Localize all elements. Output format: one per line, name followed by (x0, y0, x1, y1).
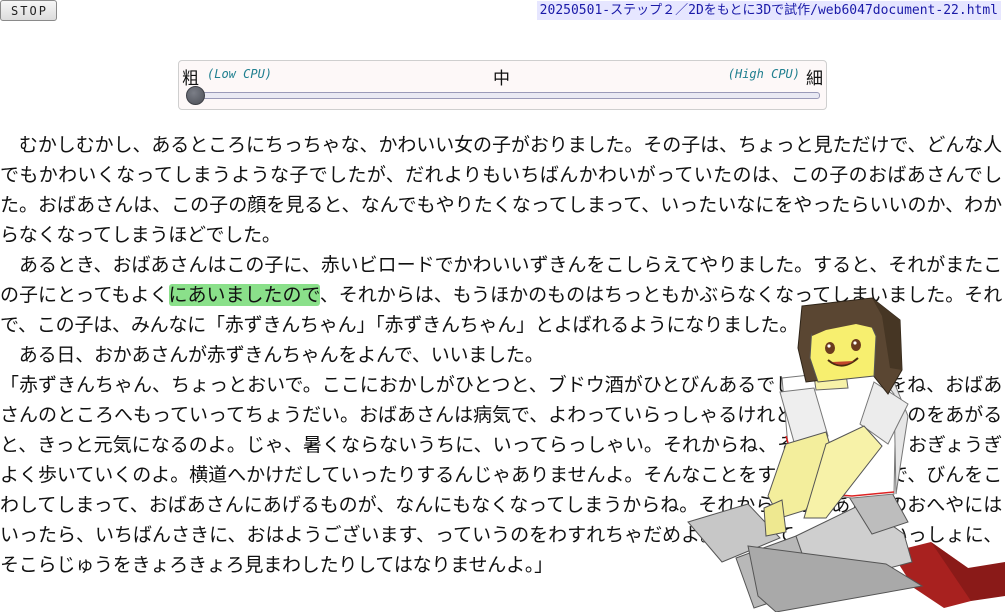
character-3d-model (687, 297, 1005, 612)
story-paragraph: むかしむかし、あるところにちっちゃな、かわいい女の子がおりました。その子は、ちょ… (0, 134, 1002, 246)
hand-block (763, 499, 787, 537)
stop-button[interactable]: STOP (0, 0, 57, 21)
highlighted-phrase: にあいましたので (168, 284, 320, 306)
quality-slider[interactable]: 粗 (Low CPU) 中 (High CPU) 細 (178, 60, 827, 110)
low-cpu-label: (Low CPU) (207, 67, 273, 81)
high-cpu-label: (High CPU) (727, 67, 800, 81)
slider-thumb[interactable] (186, 86, 205, 105)
right-eye (851, 339, 861, 351)
left-eye (825, 342, 835, 354)
fine-label: 細 (806, 69, 823, 89)
medium-label: 中 (493, 69, 510, 89)
page-path-label: 20250501-ステップ２／2Dをもとに3Dで試作/web6047docume… (536, 1, 1001, 20)
slider-track[interactable] (189, 92, 820, 99)
